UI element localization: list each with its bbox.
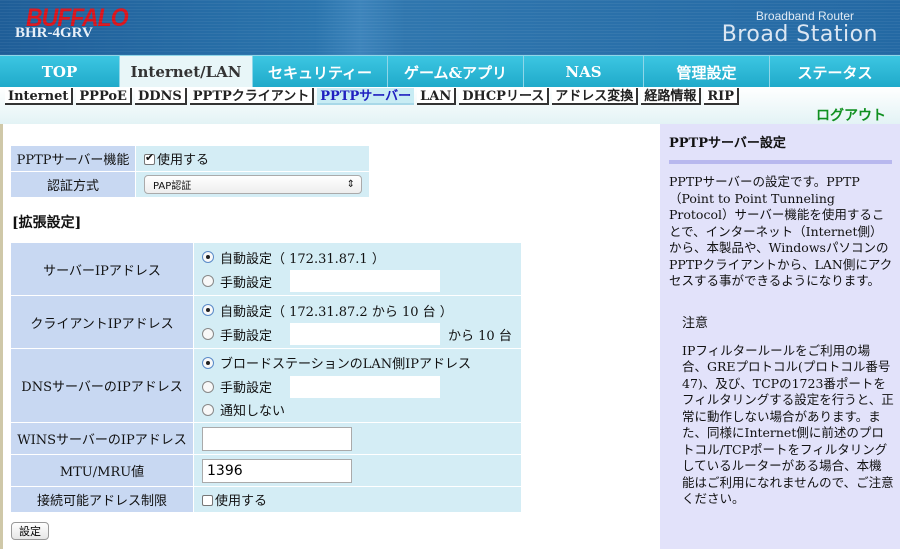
help-title: PPTPサーバー設定 xyxy=(669,136,786,151)
left-border xyxy=(0,124,3,549)
wins-input[interactable] xyxy=(202,426,352,451)
subtab-routing[interactable]: 経路情報 xyxy=(641,88,702,105)
header-banner: BUFFALO BHR-4GRV Broadband Router Broad … xyxy=(0,0,900,55)
help-body: PPTPサーバーの設定です。PPTP（Point to Point Tunnel… xyxy=(669,174,893,288)
subtab-pppoe[interactable]: PPPoE xyxy=(76,88,132,105)
address-restrict-check-label: 使用する xyxy=(215,494,268,509)
auth-method-select[interactable]: PAP認証 ⇕ xyxy=(144,175,362,194)
pptp-enable-label: 使用する xyxy=(157,153,210,168)
model-name: BHR-4GRV xyxy=(15,25,93,41)
server-ip-auto-radio[interactable] xyxy=(202,251,214,263)
mtu-label: MTU/MRU値 xyxy=(10,454,194,487)
product-subtitle: Broadband Router xyxy=(755,9,854,23)
logout-link[interactable]: ログアウト xyxy=(816,105,886,125)
buffalo-logo: BUFFALO xyxy=(26,2,129,32)
dns-input[interactable] xyxy=(290,375,441,398)
auth-method-value: PAP認証 xyxy=(153,181,192,192)
dns-lan-ip-radio[interactable] xyxy=(202,356,214,369)
address-restrict-checkbox[interactable] xyxy=(202,495,213,506)
sub-nav: Internet PPPoE DDNS PPTPクライアント PPTPサーバー … xyxy=(0,87,900,124)
client-ip-label: クライアントIPアドレス xyxy=(10,295,194,349)
dns-manual-radio[interactable] xyxy=(202,380,214,393)
dns-none-label: 通知しない xyxy=(220,404,286,419)
help-note-title: 注意 xyxy=(682,315,709,331)
tab-status[interactable]: ステータス xyxy=(770,56,900,88)
client-ip-manual-label: 手動設定 xyxy=(220,328,273,344)
client-ip-count: から 10 台 xyxy=(448,328,512,344)
address-restrict-label: 接続可能アドレス制限 xyxy=(10,486,194,513)
wins-label: WINSサーバーのIPアドレス xyxy=(10,422,194,455)
main-nav: TOP Internet/LAN セキュリティー ゲーム&アプリ NAS 管理設… xyxy=(0,55,900,88)
submit-button[interactable]: 設定 xyxy=(11,522,49,540)
help-note: IPフィルタールールをご利用の場合、GREプロトコル(プロトコル番号47)、及び… xyxy=(682,342,894,507)
pptp-function-label: PPTPサーバー機能 xyxy=(10,145,136,172)
server-ip-label: サーバーIPアドレス xyxy=(10,242,194,296)
tab-nas[interactable]: NAS xyxy=(524,56,644,88)
product-name: Broad Station xyxy=(721,22,878,47)
server-ip-manual-radio[interactable] xyxy=(202,275,214,287)
extended-settings-heading: [拡張設定] xyxy=(12,215,82,231)
subtab-ddns[interactable]: DDNS xyxy=(134,88,187,105)
subtab-pptp-server[interactable]: PPTPサーバー xyxy=(317,88,415,105)
client-ip-manual-radio[interactable] xyxy=(202,328,214,340)
dns-lan-ip-label: ブロードステーションのLAN側IPアドレス xyxy=(220,357,472,372)
server-ip-input[interactable] xyxy=(290,270,441,292)
pptp-enable-checkbox[interactable] xyxy=(144,151,155,165)
subtab-internet[interactable]: Internet xyxy=(5,88,74,105)
select-arrows-icon: ⇕ xyxy=(346,179,355,190)
tab-admin[interactable]: 管理設定 xyxy=(644,56,770,88)
tab-security[interactable]: セキュリティー xyxy=(253,56,388,88)
mtu-input[interactable] xyxy=(202,458,352,483)
subtab-pptp-client[interactable]: PPTPクライアント xyxy=(189,88,315,105)
subtab-lan[interactable]: LAN xyxy=(417,88,457,105)
auth-method-label: 認証方式 xyxy=(10,171,136,198)
subtab-dhcp-lease[interactable]: DHCPリース xyxy=(459,88,550,105)
client-ip-auto-radio[interactable] xyxy=(202,304,214,316)
tab-top[interactable]: TOP xyxy=(0,56,120,88)
tab-game-apps[interactable]: ゲーム&アプリ xyxy=(388,56,524,88)
tab-internet-lan[interactable]: Internet/LAN xyxy=(120,56,253,88)
dns-none-radio[interactable] xyxy=(202,403,214,416)
dns-manual-label: 手動設定 xyxy=(220,381,273,396)
subtab-nat[interactable]: アドレス変換 xyxy=(552,88,639,105)
help-divider xyxy=(669,160,892,164)
client-ip-auto-label: 自動設定（ 172.31.87.2 から 10 台 ） xyxy=(220,304,453,320)
server-ip-manual-label: 手動設定 xyxy=(220,275,273,291)
dns-label: DNSサーバーのIPアドレス xyxy=(10,348,194,423)
extended-settings-table: サーバーIPアドレス 自動設定（ 172.31.87.1 ） 手動設定 クライア… xyxy=(10,242,522,513)
basic-settings-table: PPTPサーバー機能 使用する 認証方式 PAP認証 ⇕ xyxy=(10,145,370,198)
server-ip-auto-label: 自動設定（ 172.31.87.1 ） xyxy=(220,251,385,267)
client-ip-input[interactable] xyxy=(290,323,441,345)
help-panel: PPTPサーバー設定 PPTPサーバーの設定です。PPTP（Point to P… xyxy=(660,124,900,549)
subtab-rip[interactable]: RIP xyxy=(704,88,739,105)
